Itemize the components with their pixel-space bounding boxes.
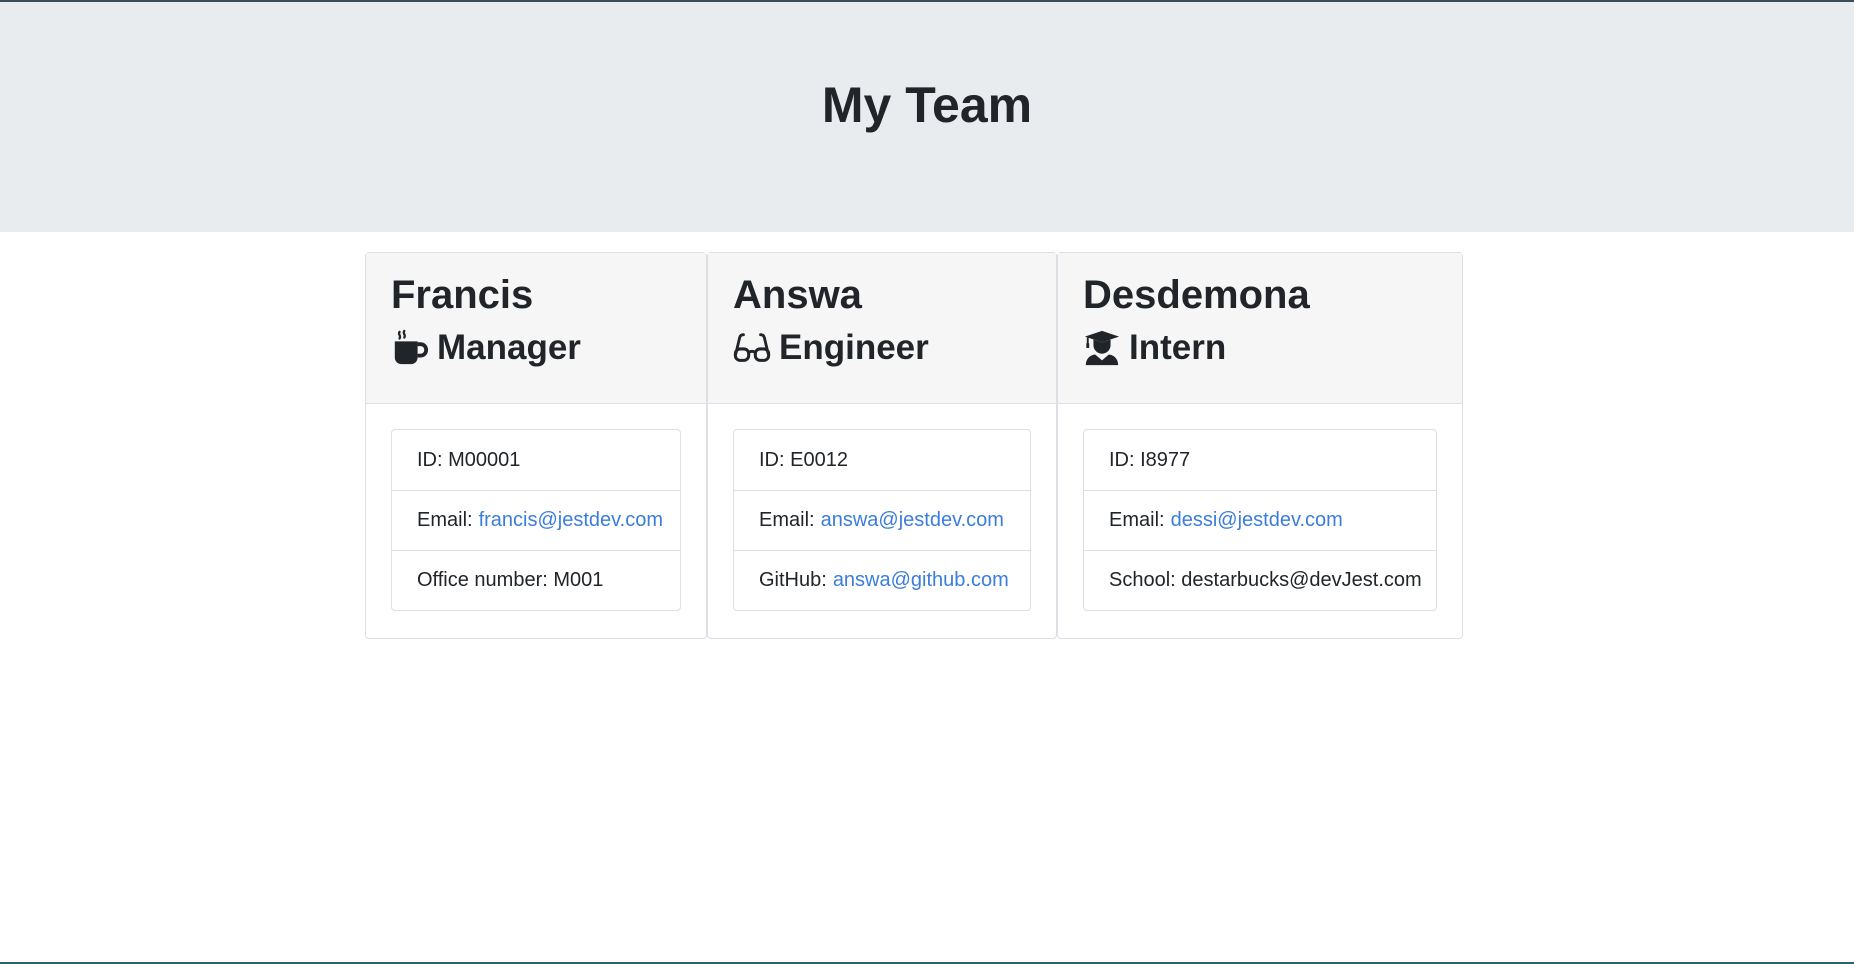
- details-list: ID: M00001 Email: francis@jestdev.com Of…: [391, 429, 681, 611]
- employee-name: Answa: [733, 273, 862, 317]
- id-text: ID: M00001: [417, 448, 521, 471]
- role-label: Engineer: [779, 328, 929, 367]
- github-link[interactable]: answa@github.com: [833, 569, 1009, 592]
- role-label: Manager: [437, 328, 581, 367]
- email-label: Email:: [1109, 509, 1165, 531]
- list-item-email: Email: dessi@jestdev.com: [1084, 490, 1436, 550]
- email-link[interactable]: dessi@jestdev.com: [1171, 509, 1343, 532]
- employee-role: Engineer: [733, 327, 1031, 369]
- email-label: Email:: [417, 509, 473, 531]
- office-number-text: Office number: M001: [417, 569, 604, 591]
- glasses-icon: [733, 329, 771, 367]
- list-item-email: Email: francis@jestdev.com: [392, 490, 680, 550]
- card-header: Francis Manager: [366, 253, 706, 404]
- card-body: ID: E0012 Email: answa@jestdev.com GitHu…: [708, 404, 1056, 636]
- details-list: ID: I8977 Email: dessi@jestdev.com Schoo…: [1083, 429, 1437, 611]
- page-header: My Team: [0, 2, 1854, 232]
- list-item-email: Email: answa@jestdev.com: [734, 490, 1030, 550]
- email-link[interactable]: francis@jestdev.com: [479, 509, 663, 532]
- list-item-school: School: destarbucks@devJest.com: [1084, 550, 1436, 610]
- card-header: Answa Engineer: [708, 253, 1056, 404]
- list-item-id: ID: I8977: [1084, 430, 1436, 490]
- employee-role: Intern: [1083, 327, 1437, 369]
- role-label: Intern: [1129, 328, 1227, 367]
- graduate-icon: [1083, 329, 1121, 367]
- email-link[interactable]: answa@jestdev.com: [821, 509, 1004, 532]
- email-label: Email:: [759, 509, 815, 531]
- employee-name: Francis: [391, 273, 534, 317]
- card-body: ID: M00001 Email: francis@jestdev.com Of…: [366, 404, 706, 636]
- coffee-mug-icon: [391, 329, 429, 367]
- details-list: ID: E0012 Email: answa@jestdev.com GitHu…: [733, 429, 1031, 611]
- employee-name: Desdemona: [1083, 273, 1310, 317]
- list-item-github: GitHub: answa@github.com: [734, 550, 1030, 610]
- school-text: School: destarbucks@devJest.com: [1109, 569, 1422, 591]
- team-cards: Francis Manager ID: M00001 Email: franci…: [365, 252, 1463, 639]
- list-item-office: Office number: M001: [392, 550, 680, 610]
- page-title: My Team: [821, 77, 1033, 133]
- employee-role: Manager: [391, 327, 681, 369]
- list-item-id: ID: M00001: [392, 430, 680, 490]
- card-body: ID: I8977 Email: dessi@jestdev.com Schoo…: [1058, 404, 1462, 636]
- employee-card-manager: Francis Manager ID: M00001 Email: franci…: [365, 252, 707, 639]
- list-item-id: ID: E0012: [734, 430, 1030, 490]
- employee-card-engineer: Answa Engineer ID: E0012 Email: answa@je…: [707, 252, 1057, 639]
- github-label: GitHub:: [759, 569, 827, 591]
- card-header: Desdemona Intern: [1058, 253, 1462, 404]
- id-text: ID: I8977: [1109, 448, 1191, 471]
- id-text: ID: E0012: [759, 448, 848, 471]
- employee-card-intern: Desdemona Intern ID: I8977 Email: dessi@…: [1057, 252, 1463, 639]
